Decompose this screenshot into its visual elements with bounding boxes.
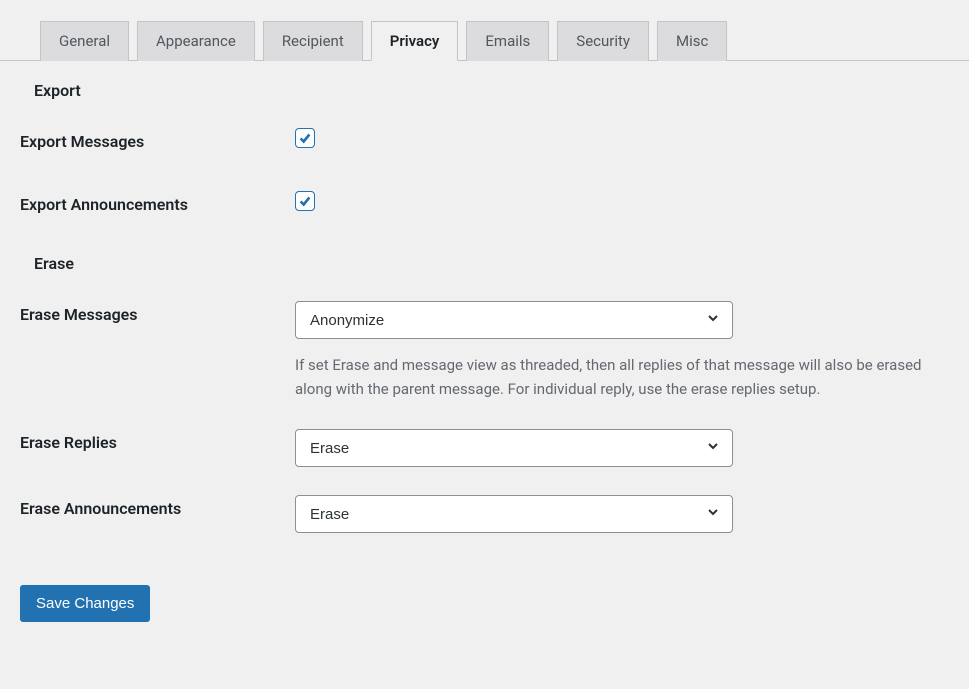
tab-privacy[interactable]: Privacy — [371, 21, 459, 61]
tab-appearance[interactable]: Appearance — [137, 21, 255, 61]
checkmark-icon — [298, 131, 312, 145]
tab-recipient[interactable]: Recipient — [263, 21, 363, 61]
export-announcements-checkbox[interactable] — [295, 191, 315, 211]
erase-section-heading: Erase — [20, 254, 949, 273]
erase-messages-help: If set Erase and message view as threade… — [295, 353, 949, 401]
export-section-heading: Export — [20, 81, 949, 100]
checkmark-icon — [298, 194, 312, 208]
erase-replies-select[interactable] — [295, 429, 733, 467]
erase-replies-label: Erase Replies — [20, 429, 295, 452]
settings-tabs: General Appearance Recipient Privacy Ema… — [0, 0, 969, 61]
erase-messages-label: Erase Messages — [20, 301, 295, 324]
save-changes-button[interactable]: Save Changes — [20, 585, 150, 622]
tab-misc[interactable]: Misc — [657, 21, 727, 61]
erase-messages-row: Erase Messages If set Erase and message … — [20, 301, 949, 401]
tab-general[interactable]: General — [40, 21, 129, 61]
erase-announcements-label: Erase Announcements — [20, 495, 295, 518]
erase-replies-row: Erase Replies — [20, 429, 949, 467]
export-announcements-row: Export Announcements — [20, 191, 949, 214]
erase-announcements-row: Erase Announcements — [20, 495, 949, 533]
settings-content: Export Export Messages Export Announceme… — [0, 61, 969, 652]
tab-security[interactable]: Security — [557, 21, 649, 61]
export-messages-row: Export Messages — [20, 128, 949, 151]
export-messages-label: Export Messages — [20, 128, 295, 151]
tab-emails[interactable]: Emails — [466, 21, 549, 61]
export-announcements-label: Export Announcements — [20, 191, 295, 214]
erase-announcements-select[interactable] — [295, 495, 733, 533]
erase-messages-select[interactable] — [295, 301, 733, 339]
export-messages-checkbox[interactable] — [295, 128, 315, 148]
